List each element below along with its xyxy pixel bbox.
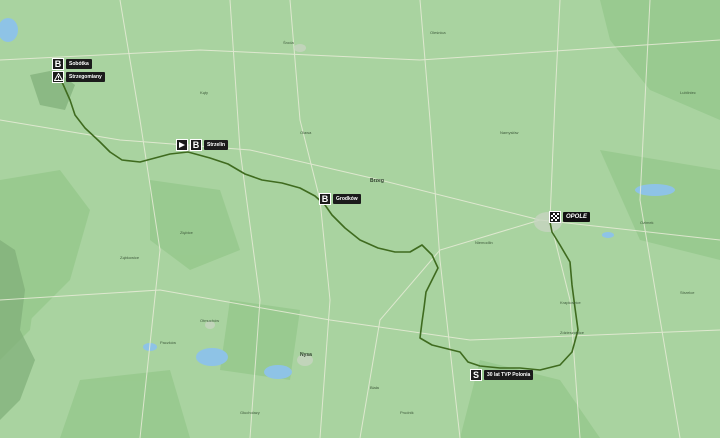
start-label: Strzelin xyxy=(204,140,229,150)
sprint-icon: S xyxy=(470,369,482,381)
town-label: Biała xyxy=(370,385,379,390)
kom-icon: B xyxy=(190,139,202,151)
finish-flag-icon xyxy=(549,211,561,223)
kom-icon: B xyxy=(52,58,64,70)
sprint-hazard-label: Strzegomiany xyxy=(66,72,105,82)
town-label: Brzeg xyxy=(370,178,384,184)
warning-icon xyxy=(52,71,64,83)
town-label: Ozimek xyxy=(640,220,654,225)
town-label: Ziębice xyxy=(180,230,193,235)
town-label: Ząbkowice xyxy=(120,255,140,260)
start-marker[interactable]: B Strzelin xyxy=(176,139,229,151)
kom-marker[interactable]: B Sobótka xyxy=(52,58,92,70)
kom-label-2: Grodków xyxy=(333,194,361,204)
town-label: Nysa xyxy=(300,352,312,358)
start-flag-icon xyxy=(176,139,188,151)
finish-marker[interactable]: OPOLE xyxy=(549,211,591,223)
town-label: Strzelce xyxy=(680,290,695,295)
map-background xyxy=(0,0,720,438)
town-label: Środa xyxy=(283,40,294,45)
town-label: Otmuchów xyxy=(200,318,220,323)
kom-label: Sobótka xyxy=(66,59,92,69)
town-label: Zdzieszowice xyxy=(560,330,585,335)
town-label: Olawa xyxy=(300,130,312,135)
finish-label: OPOLE xyxy=(563,212,591,222)
town-label: Prudnik xyxy=(400,410,414,415)
town-label: Głuchołazy xyxy=(240,410,260,415)
sprint-marker[interactable]: S 30 lat TVP Polonia xyxy=(470,369,534,381)
town-label: Paczków xyxy=(160,340,177,345)
kom-icon: B xyxy=(319,193,331,205)
sprint-label: 30 lat TVP Polonia xyxy=(484,370,534,380)
sprint-hazard-marker[interactable]: Strzegomiany xyxy=(52,71,105,83)
town-label: Niemodlin xyxy=(475,240,493,245)
town-label: Oleśnica xyxy=(430,30,446,35)
town-label: Namysłów xyxy=(500,130,519,135)
town-label: Krapkowice xyxy=(560,300,581,305)
kom-marker-2[interactable]: B Grodków xyxy=(319,193,361,205)
town-label: Kąty xyxy=(200,90,209,95)
town-label: Lubliniec xyxy=(680,90,696,95)
route-map[interactable]: Środa Oleśnica Brzeg Nysa Otmuchów Paczk… xyxy=(0,0,720,438)
